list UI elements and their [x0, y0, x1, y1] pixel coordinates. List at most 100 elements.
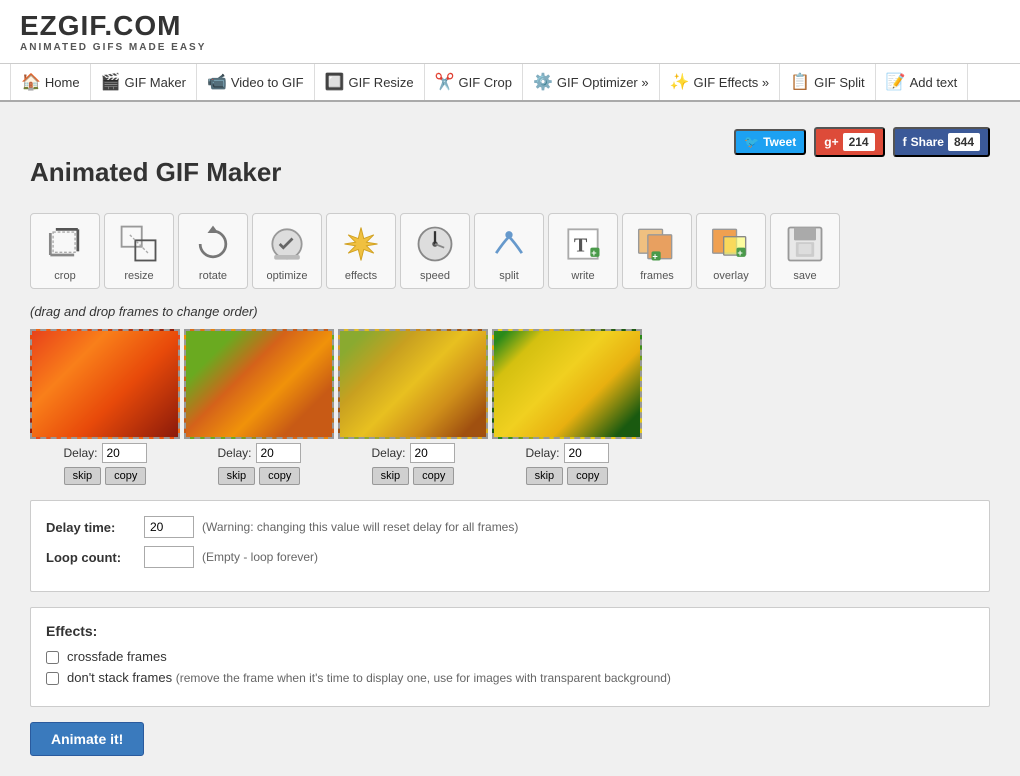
animate-button[interactable]: Animate it! [30, 722, 144, 756]
loop-count-row: Loop count: (Empty - loop forever) [46, 546, 974, 568]
frame-4: Delay: skip copy [492, 329, 642, 485]
optimizer-icon: ⚙️ [533, 72, 553, 92]
frame-3-copy-button[interactable]: copy [413, 467, 454, 485]
save-tool[interactable]: save [770, 213, 840, 289]
effects-panel: Effects: crossfade frames don't stack fr… [30, 607, 990, 707]
home-icon: 🏠 [21, 72, 41, 92]
frame-1-skip-button[interactable]: skip [64, 467, 102, 485]
crossfade-row: crossfade frames [46, 649, 974, 664]
nav-gif-effects[interactable]: ✨ GIF Effects » [660, 64, 781, 100]
crop-tool-icon [41, 220, 89, 268]
split-tool-icon [485, 220, 533, 268]
crossfade-checkbox[interactable] [46, 651, 59, 664]
nav-gif-split[interactable]: 📋 GIF Split [780, 64, 876, 100]
page-title: Animated GIF Maker [30, 157, 990, 188]
rotate-tool[interactable]: rotate [178, 213, 248, 289]
frame-2-skip-button[interactable]: skip [218, 467, 256, 485]
frame-4-delay-input[interactable] [564, 443, 609, 463]
effects-tool[interactable]: effects [326, 213, 396, 289]
frame-3-delay-input[interactable] [410, 443, 455, 463]
frame-3-image[interactable] [338, 329, 488, 439]
overlay-tool[interactable]: + overlay [696, 213, 766, 289]
resize-tool[interactable]: resize [104, 213, 174, 289]
frame-2: Delay: skip copy [184, 329, 334, 485]
frame-3-skip-button[interactable]: skip [372, 467, 410, 485]
effects-tool-label: effects [345, 270, 377, 282]
tweet-button[interactable]: 🐦 Tweet [734, 129, 806, 155]
delay-time-label: Delay time: [46, 520, 136, 535]
crop-tool[interactable]: crop [30, 213, 100, 289]
frame-1-image[interactable] [30, 329, 180, 439]
crossfade-label[interactable]: crossfade frames [67, 649, 167, 664]
frame-2-delay-row: Delay: [217, 443, 300, 463]
frame-4-skip-button[interactable]: skip [526, 467, 564, 485]
write-tool[interactable]: T+ write [548, 213, 618, 289]
frame-1: Delay: skip copy [30, 329, 180, 485]
logo-subtitle: ANIMATED GIFS MADE EASY [20, 42, 206, 53]
gif-maker-icon: 🎬 [101, 72, 121, 92]
drag-hint: (drag and drop frames to change order) [30, 304, 990, 319]
settings-panel: Delay time: (Warning: changing this valu… [30, 500, 990, 592]
frame-4-copy-button[interactable]: copy [567, 467, 608, 485]
frame-4-image[interactable] [492, 329, 642, 439]
nav-video-to-gif[interactable]: 📹 Video to GIF [197, 64, 315, 100]
loop-count-input[interactable] [144, 546, 194, 568]
frame-1-copy-button[interactable]: copy [105, 467, 146, 485]
nav-gif-crop[interactable]: ✂️ GIF Crop [425, 64, 523, 100]
share-count: 844 [948, 133, 980, 151]
delay-time-row: Delay time: (Warning: changing this valu… [46, 516, 974, 538]
nostack-checkbox[interactable] [46, 672, 59, 685]
nostack-label[interactable]: don't stack frames (remove the frame whe… [67, 670, 671, 685]
frame-3-buttons: skip copy [372, 467, 455, 485]
logo[interactable]: EZGIF.COM ANIMATED GIFS MADE EASY [20, 10, 206, 53]
nostack-row: don't stack frames (remove the frame whe… [46, 670, 974, 685]
svg-text:+: + [652, 252, 657, 262]
effects-nav-icon: ✨ [670, 72, 690, 92]
rotate-tool-icon [189, 220, 237, 268]
nav-home-label: Home [45, 75, 80, 90]
frame-2-copy-button[interactable]: copy [259, 467, 300, 485]
speed-tool[interactable]: speed [400, 213, 470, 289]
frame-1-delay-input[interactable] [102, 443, 147, 463]
share-button[interactable]: f Share 844 [893, 127, 990, 157]
split-tool[interactable]: split [474, 213, 544, 289]
main-content: 🐦 Tweet g+ 214 f Share 844 Animated GIF … [10, 122, 1010, 756]
nav-home[interactable]: 🏠 Home [10, 64, 91, 100]
gplus-icon: g+ [824, 135, 838, 149]
nav-gif-optimizer[interactable]: ⚙️ GIF Optimizer » [523, 64, 660, 100]
overlay-tool-label: overlay [713, 270, 748, 282]
speed-tool-label: speed [420, 270, 450, 282]
frames-row: Delay: skip copy Delay: skip copy Delay: [30, 329, 990, 485]
nav-gif-maker[interactable]: 🎬 GIF Maker [91, 64, 197, 100]
resize-icon: 🔲 [325, 72, 345, 92]
video-icon: 📹 [207, 72, 227, 92]
delay-time-input[interactable] [144, 516, 194, 538]
gplus-count: 214 [843, 133, 875, 151]
optimize-tool-label: optimize [267, 270, 308, 282]
overlay-tool-icon: + [707, 220, 755, 268]
svg-text:+: + [737, 248, 742, 258]
nav-gif-resize[interactable]: 🔲 GIF Resize [315, 64, 425, 100]
delay-time-hint: (Warning: changing this value will reset… [202, 520, 518, 534]
optimize-tool[interactable]: optimize [252, 213, 322, 289]
speed-tool-icon [411, 220, 459, 268]
nav-split-label: GIF Split [814, 75, 865, 90]
frame-1-delay-row: Delay: [63, 443, 146, 463]
share-label: Share [911, 135, 944, 149]
frames-tool-icon: + [633, 220, 681, 268]
nav-add-text[interactable]: 📝 Add text [876, 64, 969, 100]
rotate-tool-label: rotate [199, 270, 227, 282]
top-section: 🐦 Tweet g+ 214 f Share 844 Animated GIF … [30, 122, 990, 203]
effects-title: Effects: [46, 623, 974, 639]
frame-4-delay-label: Delay: [525, 446, 559, 460]
frame-2-image[interactable] [184, 329, 334, 439]
loop-count-label: Loop count: [46, 550, 136, 565]
frame-4-buttons: skip copy [526, 467, 609, 485]
nav-crop-label: GIF Crop [458, 75, 511, 90]
gplus-button[interactable]: g+ 214 [814, 127, 884, 157]
nav-resize-label: GIF Resize [349, 75, 414, 90]
frame-2-delay-input[interactable] [256, 443, 301, 463]
frames-tool[interactable]: + frames [622, 213, 692, 289]
write-tool-icon: T+ [559, 220, 607, 268]
crop-nav-icon: ✂️ [435, 72, 455, 92]
